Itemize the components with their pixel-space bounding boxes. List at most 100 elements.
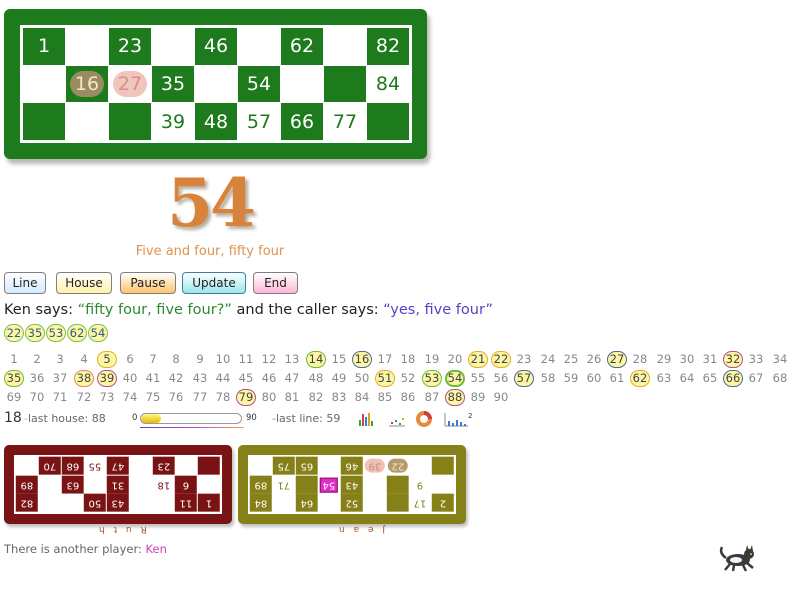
board-number: 53 — [422, 370, 442, 387]
jean-ticket-cell — [432, 475, 454, 494]
main-ticket-cell[interactable]: 57 — [238, 103, 280, 140]
main-ticket-cell[interactable] — [66, 103, 108, 140]
board-number: 84 — [354, 390, 370, 404]
jean-ticket-cell: 89 — [250, 475, 272, 494]
board-number: 7 — [149, 352, 157, 366]
board-number: 81 — [284, 390, 300, 404]
update-button[interactable]: Update — [182, 272, 246, 294]
main-ticket-cell[interactable]: 35 — [152, 65, 194, 103]
ruth-ticket-cell: 47 — [107, 457, 129, 475]
board-number: 88 — [445, 389, 465, 406]
last-house-label: -last house: 88 — [24, 412, 106, 425]
main-ticket-cell[interactable]: 66 — [281, 103, 323, 140]
caller-dialogue: Ken says: “fifty four, five four?” and t… — [4, 302, 493, 318]
cat-icon — [719, 545, 754, 572]
jean-ticket-cell: 17 — [409, 494, 432, 512]
main-ticket-cell[interactable] — [152, 28, 194, 65]
board-number: 13 — [284, 352, 300, 366]
player-ticket-jean: 75 65 46 39 22 89 71 54 43 9 84 64 52 17 2 — [238, 445, 466, 524]
highlighted-number: 54 — [320, 477, 339, 492]
house-button[interactable]: House — [56, 272, 112, 294]
board-number: 76 — [168, 390, 184, 404]
ruth-ticket-cell — [175, 457, 198, 475]
main-ticket-cell[interactable]: 23 — [109, 28, 151, 65]
main-ticket-cell[interactable] — [66, 28, 108, 65]
ruth-ticket-cell: 6 — [175, 475, 198, 494]
main-ticket-cell[interactable] — [324, 28, 366, 65]
main-ticket-cell[interactable]: 16 — [66, 65, 108, 103]
board-number: 52 — [400, 371, 416, 385]
ruth-ticket-grid: 70 68 55 47 23 89 63 31 18 6 82 50 43 11 1 — [14, 455, 222, 514]
dabbed-number: 27 — [113, 70, 147, 97]
bar-chart-icon[interactable] — [358, 411, 376, 427]
board-number: 24 — [540, 352, 556, 366]
board-number: 10 — [215, 352, 231, 366]
board-number: 4 — [80, 352, 88, 366]
board-number: 40 — [122, 371, 138, 385]
call-count: 18 — [4, 410, 22, 426]
main-ticket-cell[interactable]: 62 — [281, 28, 323, 65]
pause-button[interactable]: Pause — [120, 272, 176, 294]
scatter-chart-icon[interactable] — [388, 411, 406, 427]
main-ticket-cell[interactable] — [281, 65, 323, 103]
board-number: 64 — [679, 371, 695, 385]
jean-ticket-grid: 75 65 46 39 22 89 71 54 43 9 84 64 52 17 2 — [248, 455, 456, 514]
board-number: 17 — [377, 352, 393, 366]
board-number: 48 — [308, 371, 324, 385]
main-ticket-cell[interactable]: 82 — [367, 28, 409, 65]
board-number: 73 — [99, 390, 115, 404]
jean-ticket-cell: 39 — [363, 457, 386, 475]
last-line-label: -last line: 59 — [272, 412, 340, 425]
another-player-name[interactable]: Ken — [146, 542, 167, 556]
main-ticket-cell[interactable] — [367, 103, 409, 140]
board-number: 3 — [56, 352, 64, 366]
main-ticket-cell[interactable] — [23, 65, 65, 103]
jean-ticket-cell — [386, 475, 409, 494]
main-ticket-cell[interactable] — [109, 103, 151, 140]
board-number: 79 — [236, 389, 256, 406]
current-number: 54 — [167, 164, 256, 242]
jean-ticket-cell — [409, 457, 432, 475]
last-house-text: last house: 88 — [27, 412, 106, 425]
jean-ticket-cell: 9 — [409, 475, 432, 494]
numbered-bar-chart-icon[interactable]: 2 — [444, 411, 472, 427]
end-button[interactable]: End — [253, 272, 298, 294]
main-ticket-cell[interactable] — [195, 65, 237, 103]
main-ticket-cell[interactable] — [23, 103, 65, 140]
jean-ticket-cell — [318, 457, 341, 475]
main-ticket-cell[interactable]: 54 — [238, 65, 280, 103]
main-ticket-cell[interactable]: 39 — [152, 103, 194, 140]
ruth-ticket-cell: 23 — [152, 457, 175, 475]
ruth-ticket-cell — [198, 475, 220, 494]
progress-max: 90 — [246, 413, 257, 423]
board-number: 90 — [493, 390, 509, 404]
jean-ticket-cell — [250, 457, 272, 475]
dabbed-number: 39 — [364, 458, 385, 473]
jean-ticket-cell — [363, 494, 386, 512]
donut-chart-icon[interactable] — [416, 411, 432, 427]
board-number: 77 — [192, 390, 208, 404]
calls-progress-bar — [140, 413, 242, 424]
ruth-ticket-cell: 1 — [198, 494, 220, 512]
main-ticket-cell[interactable]: 48 — [195, 103, 237, 140]
board-number: 72 — [76, 390, 92, 404]
board-number: 37 — [52, 371, 68, 385]
main-ticket-cell[interactable]: 1 — [23, 28, 65, 65]
board-number: 49 — [331, 371, 347, 385]
ruth-ticket-cell: 68 — [61, 457, 84, 475]
main-ticket-cell[interactable]: 27 — [109, 65, 151, 103]
main-ticket-cell[interactable]: 46 — [195, 28, 237, 65]
board-number: 50 — [354, 371, 370, 385]
main-ticket-cell[interactable]: 84 — [367, 65, 409, 103]
main-ticket-cell[interactable]: 77 — [324, 103, 366, 140]
recent-call-ball: 53 — [46, 324, 66, 342]
last-line-text: last line: 59 — [275, 412, 341, 425]
board-number: 26 — [586, 352, 602, 366]
main-ticket-cell[interactable] — [324, 65, 366, 103]
main-ticket-cell[interactable] — [238, 28, 280, 65]
board-number: 65 — [702, 371, 718, 385]
board-number: 20 — [447, 352, 463, 366]
ruth-ticket-cell: 89 — [16, 475, 38, 494]
board-number: 60 — [586, 371, 602, 385]
line-button[interactable]: Line — [4, 272, 46, 294]
